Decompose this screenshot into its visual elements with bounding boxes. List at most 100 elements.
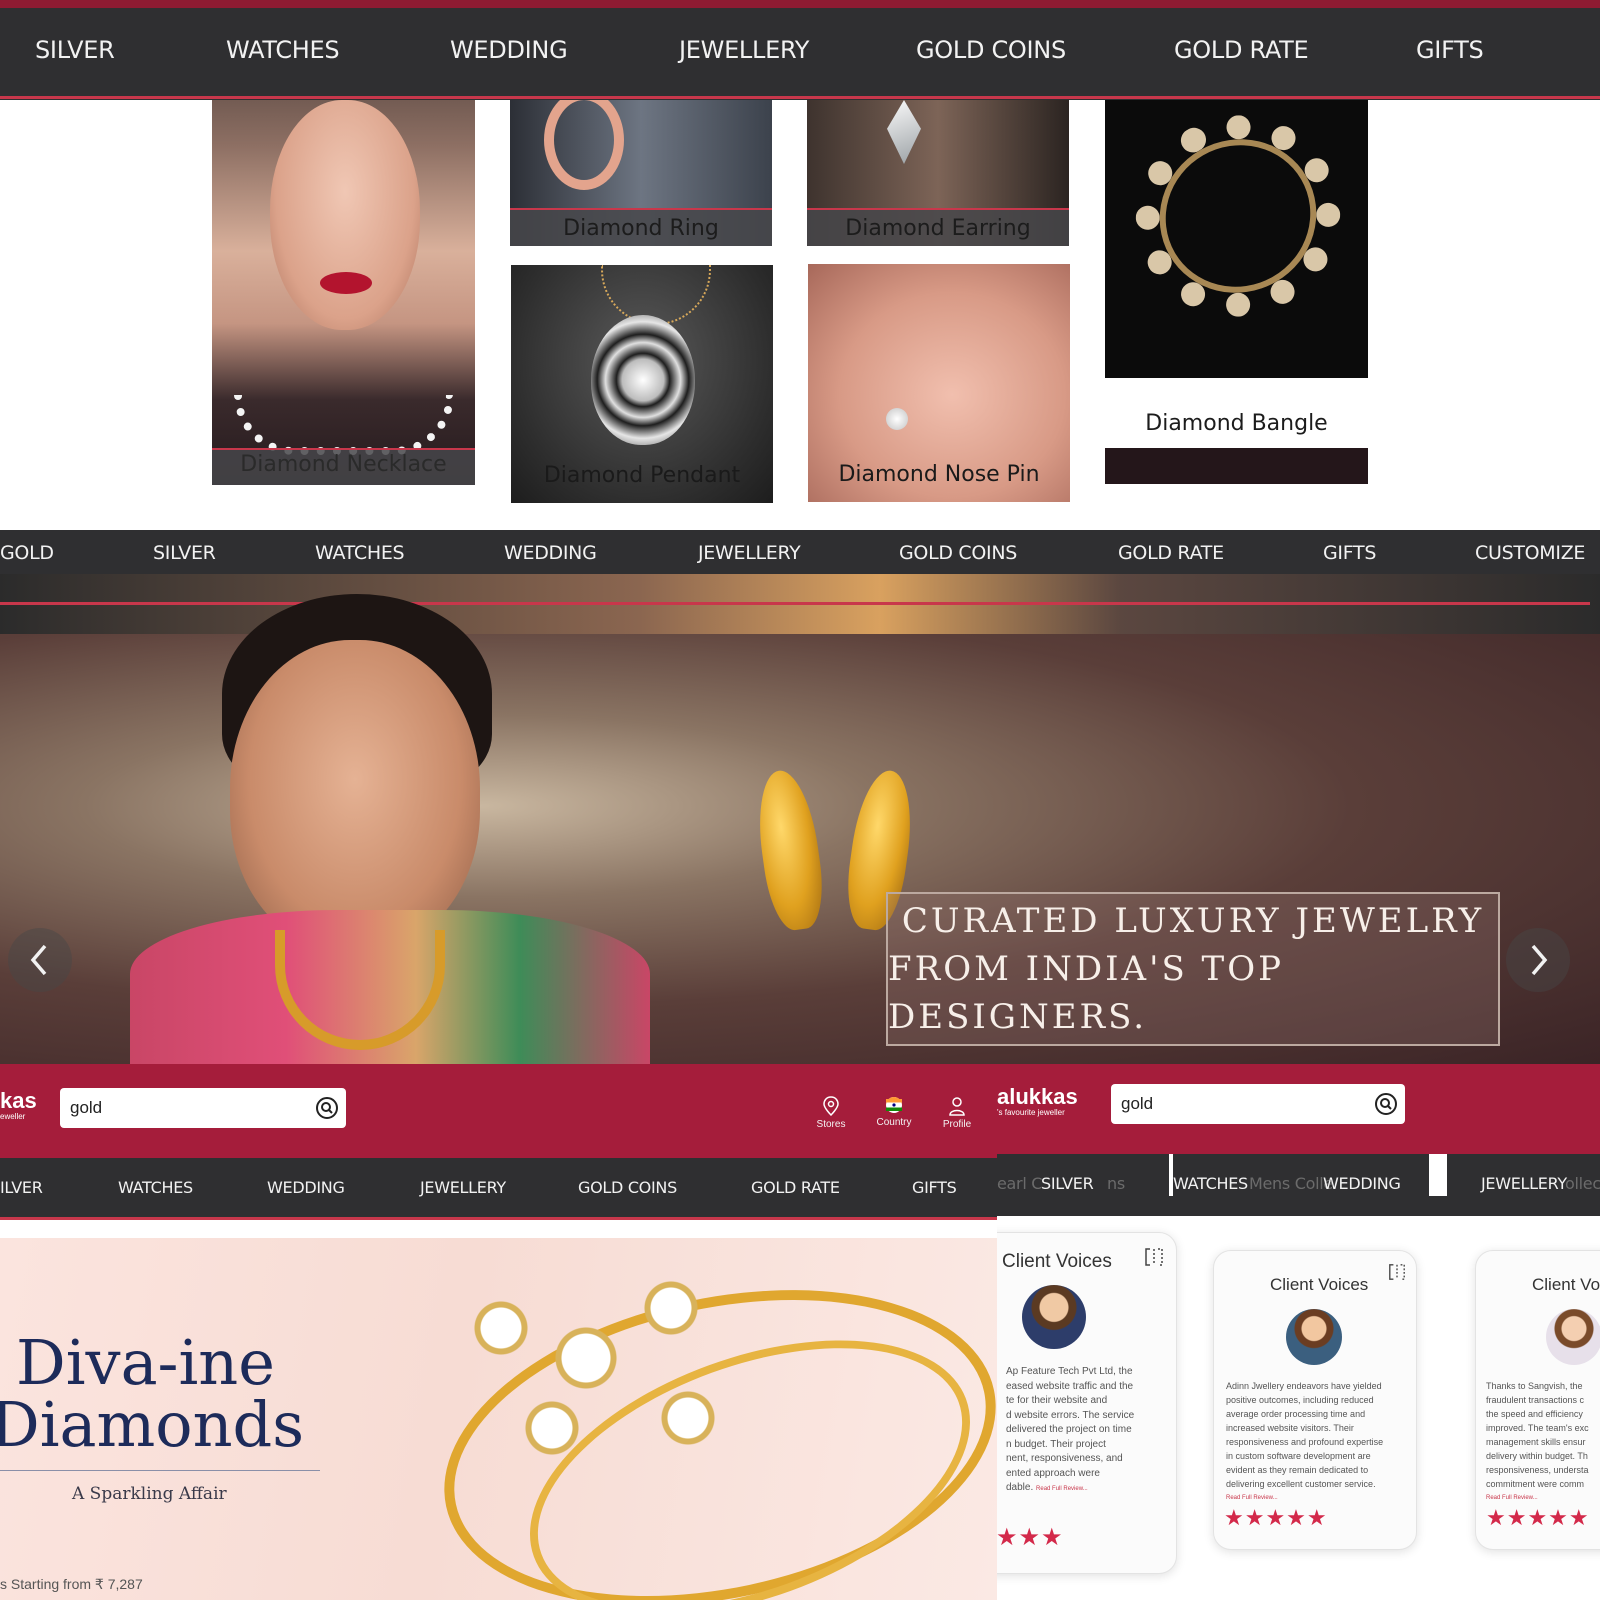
tile-label-nose-pin: Diamond Nose Pin [838,462,1040,487]
review-line: increased website visitors. Their [1226,1423,1354,1433]
star-rating: ★★★ [997,1524,1064,1551]
stores-label: Stores [816,1119,846,1130]
nav-item-watches[interactable]: WATCHES [226,36,340,64]
nav-item-watches[interactable]: WATCHES [118,1178,193,1197]
review-body: Adinn Jwellery endeavors have yielded po… [1226,1379,1412,1505]
nav-item-jewellery[interactable]: JEWELLERY [420,1178,506,1197]
nav-item-gifts[interactable]: GIFTS [1323,542,1376,564]
profile-button[interactable]: Profile [932,1096,982,1130]
nav-item-silver[interactable]: SILVER [1041,1174,1094,1193]
nav-item-gold-coins[interactable]: GOLD COINS [899,542,1017,564]
review-line: Ap Feature Tech Pvt Ltd, the [1006,1366,1133,1377]
nav-item-silver[interactable]: SILVER [153,542,216,564]
review-card[interactable]: Client Voices Adinn Jwellery endeavors h… [1213,1250,1417,1550]
tile-diamond-nose-pin[interactable]: Diamond Nose Pin [808,264,1070,502]
review-line: evident as they remain dedicated to [1226,1465,1369,1475]
nav-item-jewellery[interactable]: JEWELLERY [1481,1174,1567,1193]
nav-item-gifts[interactable]: GIFTS [912,1178,957,1197]
model-face [270,100,420,330]
nav-item-gold[interactable]: GOLD [0,542,54,564]
diamond-category-section: Diamond Necklace Diamond Ring Diamond Ea… [0,0,1600,530]
tile-label-ring: Diamond Ring [563,216,719,241]
nav-item-watches[interactable]: WATCHES [1173,1174,1248,1193]
tile-label-necklace: Diamond Necklace [240,452,447,477]
location-pin-icon [823,1096,839,1117]
nav-item-wedding[interactable]: WEDDING [504,542,597,564]
nav-item-gold-rate[interactable]: GOLD RATE [751,1178,840,1197]
search-icon[interactable] [1373,1091,1399,1117]
nav-item-jewellery[interactable]: JEWELLERY [679,36,809,64]
hero-nav-bar: GOLD SILVER WATCHES WEDDING JEWELLERY GO… [0,530,1600,574]
read-full-review-link[interactable]: Read Full Review... [1036,1486,1088,1492]
brand-logo-text: alukkas [997,1084,1078,1109]
nav-item-watches[interactable]: WATCHES [315,542,405,564]
review-line: in custom software development are [1226,1451,1371,1461]
nav-divider-line [0,1217,997,1220]
review-line: te for their website and [1006,1395,1108,1406]
nav-item-wedding[interactable]: WEDDING [1323,1174,1401,1193]
banner-price-text: s Starting from ₹ 7,287 [0,1576,143,1592]
nav-item-wedding[interactable]: WEDDING [450,36,568,64]
nav-item-gold-coins[interactable]: GOLD COINS [916,36,1066,64]
diva-ine-diamonds-banner[interactable]: Diva-ine Diamonds A Sparkling Affair s S… [0,1238,997,1600]
brand-logo[interactable]: kas eweller [0,1090,37,1122]
review-line: positive outcomes, including reduced [1226,1395,1374,1405]
nav-item-gold-rate[interactable]: GOLD RATE [1174,36,1309,64]
nav-item-gold-rate[interactable]: GOLD RATE [1118,542,1224,564]
tile-diamond-bangle[interactable]: Diamond Bangle [1105,56,1368,486]
hero-caption-box: CURATED LUXURY JEWELRY FROM INDIA'S TOP … [886,892,1500,1046]
banner-title-line-2: Diamonds [0,1388,305,1461]
review-card[interactable]: Client Vo Thanks to Sangvish, the fraudu… [1475,1250,1600,1550]
search-bar[interactable]: gold [1111,1084,1405,1124]
review-line: delivering excellent customer service. [1226,1479,1376,1489]
review-line: dable. [1006,1482,1034,1493]
quote-bracket-icon [1389,1264,1405,1280]
review-title: Client Voices [1002,1251,1112,1272]
nav-divider-line [0,96,1600,99]
review-line: eased website traffic and the [1006,1380,1134,1392]
nav-item-silver[interactable]: SILVER [35,36,115,64]
review-line: Adinn Jwellery endeavors have yielded [1226,1381,1382,1391]
review-line: ented approach were [1006,1467,1100,1479]
search-icon[interactable] [314,1095,340,1121]
nav-item-wedding[interactable]: WEDDING [267,1178,345,1197]
tile-diamond-necklace[interactable]: Diamond Necklace [212,60,475,485]
nav-tab-separator [1429,1154,1447,1196]
read-full-review-link[interactable]: Read Full Review... [1486,1491,1600,1505]
india-flag-icon [886,1097,902,1113]
review-line: Thanks to Sangvish, the [1486,1381,1583,1391]
star-rating: ★★★★★ [1486,1505,1590,1530]
avatar [1022,1285,1086,1349]
read-full-review-link[interactable]: Read Full Review... [1226,1491,1412,1505]
review-line: n budget. Their project [1006,1438,1106,1450]
top-nav-bar: SILVER WATCHES WEDDING JEWELLERY GOLD CO… [0,0,1600,100]
nav-ghost-text: Mens Colle [1249,1174,1333,1193]
nav-item-gold-coins[interactable]: GOLD COINS [578,1178,677,1197]
search-input[interactable]: gold [60,1098,314,1118]
search-bar[interactable]: gold [60,1088,346,1128]
model-face [230,640,480,950]
nav-item-gifts[interactable]: GIFTS [1416,36,1484,64]
review-line: nent, responsiveness, and [1006,1453,1123,1464]
tile-diamond-pendant[interactable]: Diamond Pendant [511,265,773,503]
review-title: Client Voices [1270,1275,1369,1294]
chevron-right-icon [1531,944,1548,976]
review-line: commitment were comm [1486,1479,1585,1489]
review-line: the speed and efficiency [1486,1409,1583,1419]
country-label: Country [876,1117,912,1128]
rose-gold-ring [544,90,624,190]
carousel-next-button[interactable] [1506,928,1570,992]
review-line: responsiveness, understa [1486,1465,1589,1475]
review-line: delivery within budget. Th [1486,1451,1588,1461]
nav-item-jewellery[interactable]: JEWELLERY [698,542,801,564]
brand-logo[interactable]: alukkas 's favourite jeweller [997,1084,1078,1118]
review-card[interactable]: Client Voices Ap Feature Tech Pvt Ltd, t… [997,1232,1177,1574]
nav-item-customize[interactable]: CUSTOMIZE [1475,542,1585,564]
category-nav-left: ILVER WATCHES WEDDING JEWELLERY GOLD COI… [0,1158,997,1220]
review-line: d website errors. The service [1006,1409,1135,1421]
country-button[interactable]: Country [869,1096,919,1128]
carousel-prev-button[interactable] [8,928,72,992]
search-input[interactable]: gold [1111,1094,1373,1114]
stores-button[interactable]: Stores [806,1096,856,1130]
nav-item-silver[interactable]: ILVER [0,1178,43,1197]
